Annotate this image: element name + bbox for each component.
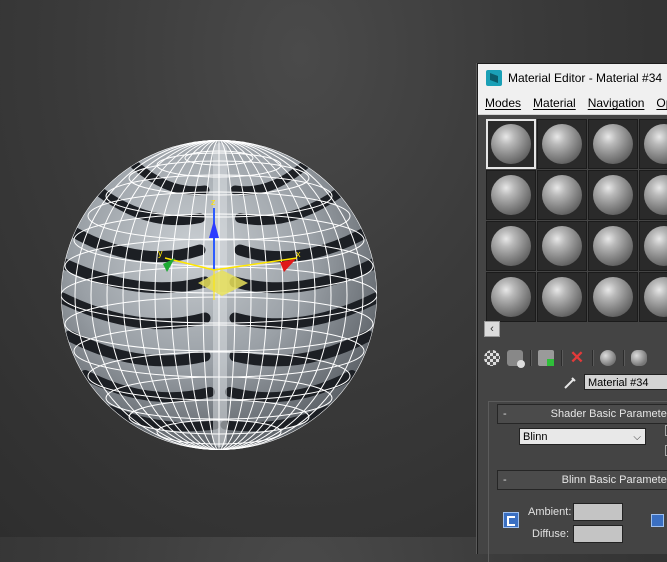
sample-slot[interactable] [639, 119, 667, 169]
chevron-down-icon: ⌵ [633, 432, 641, 443]
sample-slot[interactable] [537, 221, 587, 271]
material-name-row: Material #34 [478, 373, 667, 393]
sample-sphere-icon [491, 226, 531, 266]
sample-sphere-icon [593, 277, 633, 317]
y-axis-label: y [158, 248, 163, 258]
toolbar-separator [561, 350, 562, 366]
shader-type-value: Blinn [523, 431, 548, 443]
sample-slot[interactable] [588, 119, 638, 169]
sample-slot[interactable] [486, 170, 536, 220]
sample-slot[interactable] [537, 272, 587, 322]
rollout-panel: - Shader Basic Parameters Blinn ⌵ - Blin… [488, 401, 667, 562]
menu-options[interactable]: Options [656, 96, 667, 110]
make-unique-icon[interactable] [631, 350, 647, 366]
blinn-basic-parameters-rollout[interactable]: - Blinn Basic Parameters [497, 470, 667, 490]
sample-slot[interactable] [639, 221, 667, 271]
menu-modes[interactable]: Modes [485, 96, 521, 110]
sample-sphere-icon [542, 226, 582, 266]
map-button-icon[interactable] [651, 514, 664, 527]
window-title: Material Editor - Material #34 [508, 71, 663, 85]
menu-navigation[interactable]: Navigation [588, 96, 645, 110]
ambient-label: Ambient: [528, 506, 572, 518]
scroll-left-button[interactable]: ‹ [484, 321, 500, 337]
sample-sphere-icon [644, 226, 667, 266]
material-editor-titlebar[interactable]: Material Editor - Material #34 [478, 64, 667, 92]
sample-slot[interactable] [639, 170, 667, 220]
rollout-title: Blinn Basic Parameters [561, 474, 667, 486]
toolbar-separator [530, 350, 531, 366]
3dsmax-app-icon [486, 70, 502, 86]
sample-sphere-icon [491, 124, 531, 164]
lock-ambient-diffuse-icon[interactable] [503, 512, 519, 528]
sample-slot[interactable] [588, 221, 638, 271]
sample-sphere-icon [542, 124, 582, 164]
menu-material[interactable]: Material [533, 96, 576, 110]
sample-sphere-icon [644, 175, 667, 215]
viewport-canvas: z y x [60, 140, 378, 450]
diffuse-color-swatch[interactable] [573, 525, 623, 543]
diffuse-label: Diffuse: [532, 528, 570, 540]
sample-slot[interactable] [588, 272, 638, 322]
sample-slot[interactable] [639, 272, 667, 322]
collapse-icon: - [503, 408, 507, 420]
put-to-scene-icon[interactable] [507, 350, 525, 368]
sample-sphere-icon [644, 124, 667, 164]
background-icon[interactable] [484, 350, 500, 366]
material-toolbar: ✕ [484, 347, 667, 369]
sample-sphere-icon [644, 277, 667, 317]
sample-sphere-icon [542, 175, 582, 215]
menu-bar: Modes Material Navigation Options [478, 92, 667, 115]
shader-type-dropdown[interactable]: Blinn ⌵ [519, 428, 646, 445]
x-axis-label: x [296, 249, 301, 259]
material-editor-window[interactable]: Material Editor - Material #34 Modes Mat… [477, 63, 667, 562]
sample-sphere-icon [593, 226, 633, 266]
z-axis-label: z [211, 197, 216, 207]
eyedropper-icon[interactable] [562, 375, 578, 391]
toolbar-separator [623, 350, 624, 366]
sample-slot[interactable] [486, 272, 536, 322]
copy-material-icon[interactable] [600, 350, 616, 366]
sample-sphere-icon [542, 277, 582, 317]
sample-sphere-icon [593, 124, 633, 164]
shader-basic-parameters-rollout[interactable]: - Shader Basic Parameters [497, 404, 667, 424]
sample-sphere-icon [491, 175, 531, 215]
rollout-title: Shader Basic Parameters [550, 408, 667, 420]
sample-sphere-icon [593, 175, 633, 215]
collapse-icon: - [503, 474, 507, 486]
sample-slot[interactable] [486, 221, 536, 271]
sample-slot[interactable] [486, 119, 536, 169]
sample-slot[interactable] [588, 170, 638, 220]
material-name-field[interactable]: Material #34 [584, 374, 667, 390]
sample-slot[interactable] [537, 170, 587, 220]
delete-icon[interactable]: ✕ [569, 349, 585, 366]
sample-slot[interactable] [537, 119, 587, 169]
toolbar-separator [592, 350, 593, 366]
sample-sphere-icon [491, 277, 531, 317]
textured-sphere[interactable] [60, 140, 378, 450]
assign-to-selection-icon[interactable] [538, 350, 554, 366]
material-sample-slots [486, 119, 667, 324]
ambient-color-swatch[interactable] [573, 503, 623, 521]
